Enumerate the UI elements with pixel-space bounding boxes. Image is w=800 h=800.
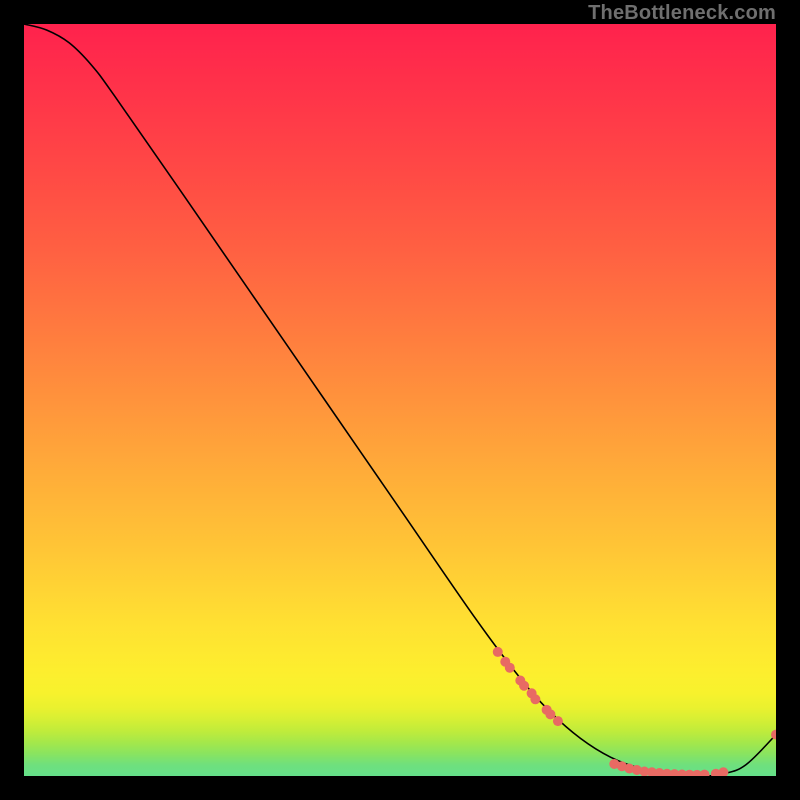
bottleneck-chart	[24, 24, 776, 776]
data-marker	[545, 709, 555, 719]
chart-container: TheBottleneck.com	[0, 0, 800, 800]
data-marker	[505, 663, 515, 673]
watermark-label: TheBottleneck.com	[588, 2, 776, 25]
gradient-background	[24, 24, 776, 776]
data-marker	[493, 647, 503, 657]
data-marker	[519, 681, 529, 691]
data-marker	[553, 716, 563, 726]
data-marker	[530, 694, 540, 704]
